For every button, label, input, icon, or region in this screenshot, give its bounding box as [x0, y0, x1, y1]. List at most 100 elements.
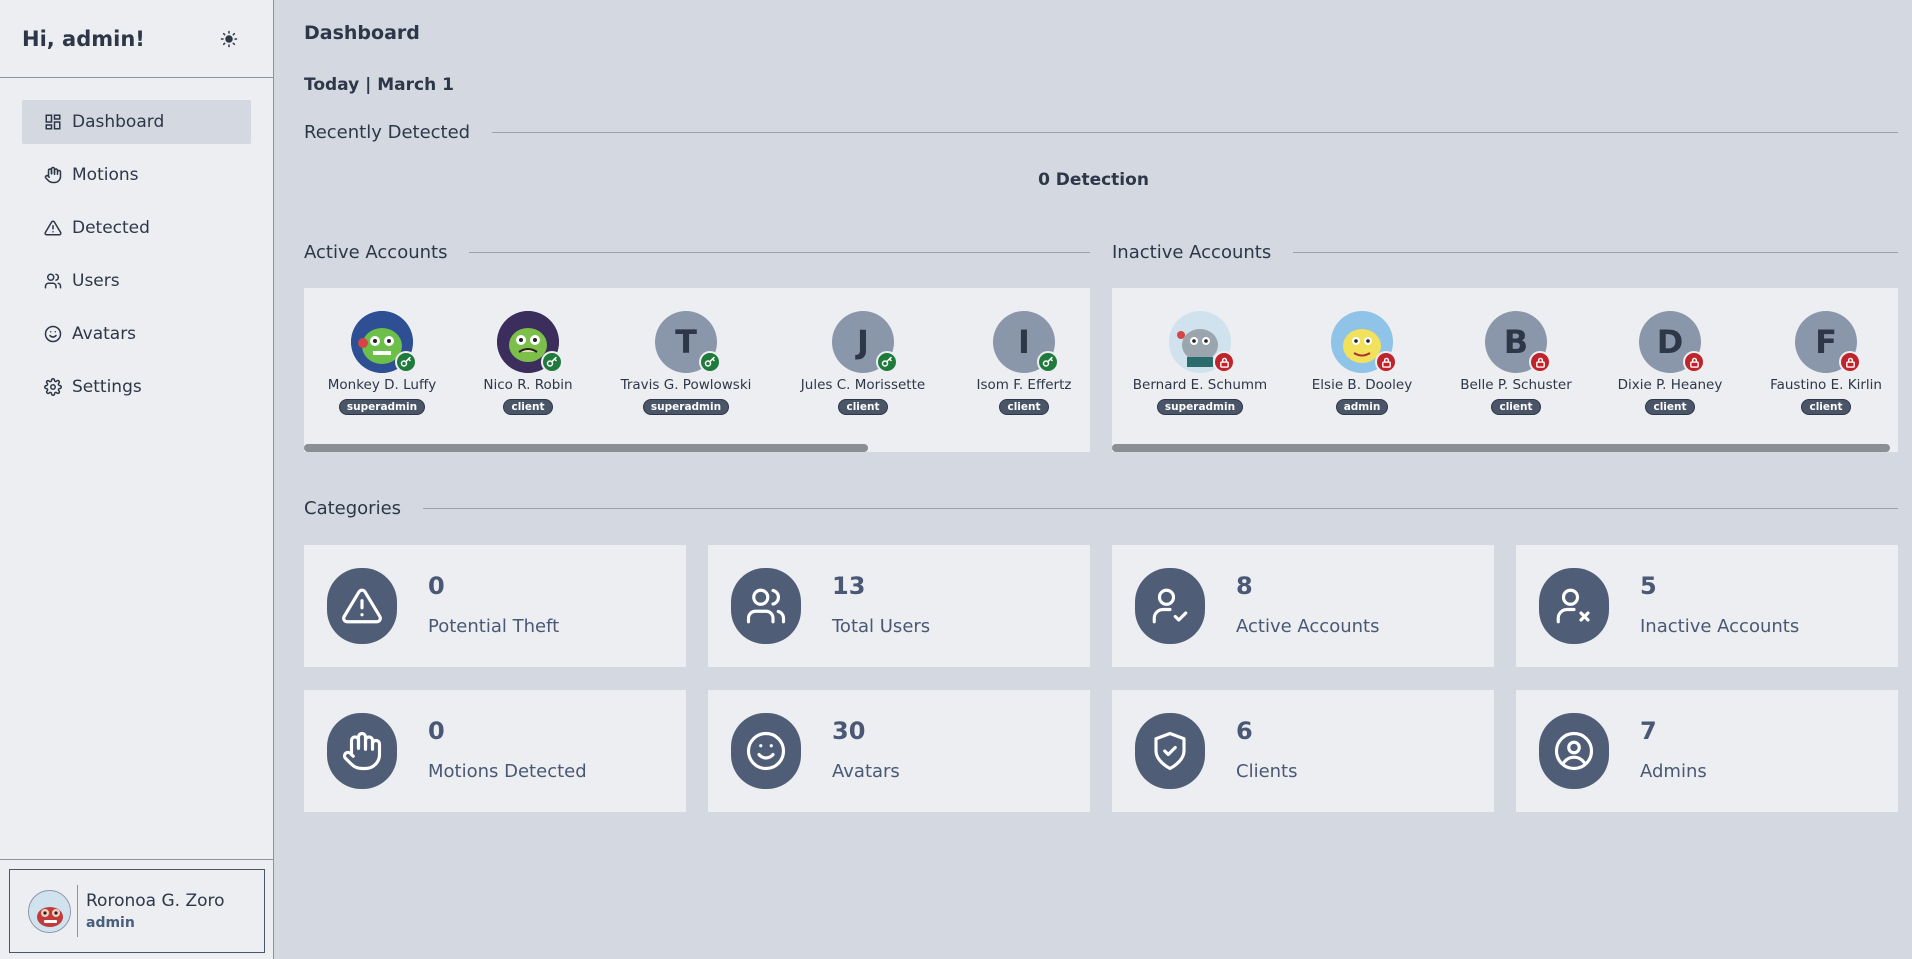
key-icon [1037, 351, 1059, 373]
sidebar-item-label: Settings [72, 377, 142, 397]
account-name: Nico R. Robin [483, 377, 573, 393]
key-icon [699, 351, 721, 373]
sidebar-footer: Roronoa G. Zoro admin [0, 859, 273, 959]
divider [423, 508, 1898, 509]
category-value: 0 [428, 717, 445, 745]
account-card[interactable]: I Isom F. Effertz client [954, 311, 1090, 415]
account-card[interactable]: T Travis G. Powlowski superadmin [616, 311, 756, 415]
sidebar: Hi, admin! Dashboard Motions Detected Us… [0, 0, 274, 959]
account-name: Monkey D. Luffy [327, 377, 437, 393]
warning-icon [44, 219, 62, 237]
greeting: Hi, admin! [22, 26, 145, 51]
section-title: Active Accounts [304, 242, 448, 263]
user-name: Roronoa G. Zoro [86, 891, 225, 911]
category-label: Total Users [832, 616, 931, 637]
lock-icon [1529, 351, 1551, 373]
lock-icon [1213, 351, 1235, 373]
role-badge: superadmin [1156, 399, 1244, 415]
inactive-accounts-header: Inactive Accounts [1112, 242, 1898, 263]
account-name: Elsie B. Dooley [1311, 377, 1413, 393]
divider [77, 885, 78, 937]
category-card-clients[interactable]: 6 Clients [1112, 690, 1494, 812]
detection-count: 0 Detection [1038, 170, 1149, 190]
recently-detected-header: Recently Detected [304, 122, 1898, 143]
category-value: 7 [1640, 717, 1657, 745]
horizontal-scrollbar[interactable] [1112, 444, 1890, 452]
divider [1293, 252, 1898, 253]
account-name: Faustino E. Kirlin [1770, 377, 1882, 393]
current-user-card[interactable]: Roronoa G. Zoro admin [9, 869, 265, 953]
category-value: 0 [428, 572, 445, 600]
avatar-initial: D [1656, 323, 1684, 361]
sidebar-item-dashboard[interactable]: Dashboard [22, 100, 251, 144]
sidebar-item-users[interactable]: Users [22, 259, 251, 303]
sidebar-nav: Dashboard Motions Detected Users Avatars [0, 78, 273, 409]
sidebar-item-label: Motions [72, 165, 139, 185]
category-card-avatars[interactable]: 30 Avatars [708, 690, 1090, 812]
category-card-admins[interactable]: 7 Admins [1516, 690, 1898, 812]
account-card[interactable]: Elsie B. Dooley admin [1292, 311, 1432, 415]
users-icon [44, 272, 62, 290]
category-card-potential-theft[interactable]: 0 Potential Theft [304, 545, 686, 667]
account-name: Jules C. Morissette [800, 377, 926, 393]
account-card[interactable]: Nico R. Robin client [458, 311, 598, 415]
user-role: admin [86, 915, 135, 931]
users-icon [731, 568, 801, 644]
role-badge: superadmin [642, 399, 730, 415]
sidebar-header: Hi, admin! [0, 0, 273, 78]
category-card-active-accounts[interactable]: 8 Active Accounts [1112, 545, 1494, 667]
category-card-motions-detected[interactable]: 0 Motions Detected [304, 690, 686, 812]
account-card[interactable]: F Faustino E. Kirlin client [1756, 311, 1896, 415]
account-card[interactable]: Monkey D. Luffy superadmin [312, 311, 452, 415]
key-icon [395, 351, 417, 373]
dashboard-icon [44, 113, 62, 131]
category-label: Avatars [832, 761, 900, 782]
user-circle-icon [1539, 713, 1609, 789]
main-content: Dashboard Today | March 1 Recently Detec… [275, 0, 1912, 959]
sidebar-item-settings[interactable]: Settings [22, 365, 251, 409]
account-card[interactable]: Bernard E. Schumm superadmin [1130, 311, 1270, 415]
smile-icon [731, 713, 801, 789]
category-label: Admins [1640, 761, 1707, 782]
category-label: Motions Detected [428, 761, 587, 782]
account-name: Dixie P. Heaney [1617, 377, 1723, 393]
sidebar-item-motions[interactable]: Motions [22, 153, 251, 197]
warning-icon [327, 568, 397, 644]
smile-icon [44, 325, 62, 343]
role-badge: client [1801, 399, 1851, 415]
account-name: Isom F. Effertz [976, 377, 1072, 393]
account-card[interactable]: B Belle P. Schuster client [1446, 311, 1586, 415]
user-check-icon [1135, 568, 1205, 644]
user-info: Roronoa G. Zoro admin [86, 891, 225, 931]
category-value: 30 [832, 717, 866, 745]
gear-icon [44, 378, 62, 396]
avatar-initial: F [1815, 323, 1837, 361]
category-label: Clients [1236, 761, 1298, 782]
account-card[interactable]: J Jules C. Morissette client [793, 311, 933, 415]
sidebar-item-label: Dashboard [72, 112, 165, 132]
hand-icon [327, 713, 397, 789]
lock-icon [1375, 351, 1397, 373]
sun-icon[interactable] [215, 25, 243, 53]
category-card-total-users[interactable]: 13 Total Users [708, 545, 1090, 667]
lock-icon [1839, 351, 1861, 373]
category-card-inactive-accounts[interactable]: 5 Inactive Accounts [1516, 545, 1898, 667]
hand-icon [44, 166, 62, 184]
role-badge: client [1491, 399, 1541, 415]
sidebar-item-label: Detected [72, 218, 150, 238]
inactive-accounts-list[interactable]: Bernard E. Schumm superadmin Elsie B. Do… [1112, 288, 1898, 452]
lock-icon [1683, 351, 1705, 373]
sidebar-item-detected[interactable]: Detected [22, 206, 251, 250]
category-value: 6 [1236, 717, 1253, 745]
category-label: Inactive Accounts [1640, 616, 1800, 637]
horizontal-scrollbar[interactable] [304, 444, 868, 452]
category-value: 13 [832, 572, 866, 600]
active-accounts-list[interactable]: Monkey D. Luffy superadmin Nico R. Robin… [304, 288, 1090, 452]
page-title: Dashboard [304, 22, 420, 44]
today-date: Today | March 1 [304, 75, 454, 95]
sidebar-item-avatars[interactable]: Avatars [22, 312, 251, 356]
account-card[interactable]: D Dixie P. Heaney client [1600, 311, 1740, 415]
avatar-initial: I [1018, 323, 1030, 361]
account-name: Bernard E. Schumm [1132, 377, 1268, 393]
section-title: Inactive Accounts [1112, 242, 1272, 263]
